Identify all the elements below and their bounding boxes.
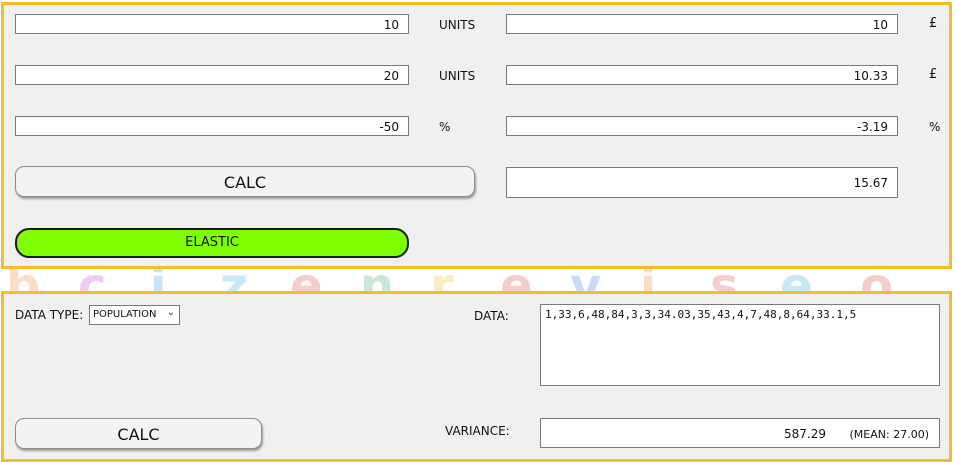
percent-change-input[interactable]: -50 [15,116,409,136]
percent-result-unit: % [929,120,941,134]
price-1-field[interactable]: 10 [506,14,898,34]
variance-result-field[interactable]: 587.29 (MEAN: 27.00) [540,418,940,448]
variance-calc-button[interactable]: CALC [15,418,262,449]
chevron-down-icon: ⌄ [166,307,175,318]
data-type-select[interactable]: POPULATION ⌄ [89,305,180,325]
quantity-1-input[interactable]: 10 [15,14,409,34]
quantity-2-input[interactable]: 20 [15,65,409,85]
data-label: DATA: [474,309,509,323]
quantity-2-unit: UNITS [439,69,476,83]
data-type-value: POPULATION [93,309,157,320]
variance-value: 587.29 [784,427,826,441]
price-1-unit: £ [929,16,938,31]
variance-panel: DATA TYPE: POPULATION ⌄ DATA: 1,33,6,48,… [1,291,952,462]
elasticity-result-field[interactable]: 15.67 [506,167,898,198]
elasticity-status-badge: ELASTIC [15,228,409,258]
percent-change-unit: % [439,120,451,134]
variance-label: VARIANCE: [445,424,510,438]
data-type-label: DATA TYPE: [15,308,84,322]
price-2-unit: £ [929,67,938,82]
percent-result-field[interactable]: -3.19 [506,116,898,136]
elasticity-calc-button[interactable]: CALC [15,166,475,197]
price-2-field[interactable]: 10.33 [506,65,898,85]
data-textarea[interactable]: 1,33,6,48,84,3,3,34.03,35,43,4,7,48,8,64… [540,304,940,386]
quantity-1-unit: UNITS [439,18,476,32]
elasticity-panel: 10 UNITS 10 £ 20 UNITS 10.33 £ -50 % -3.… [1,2,952,269]
mean-value: (MEAN: 27.00) [849,428,929,441]
